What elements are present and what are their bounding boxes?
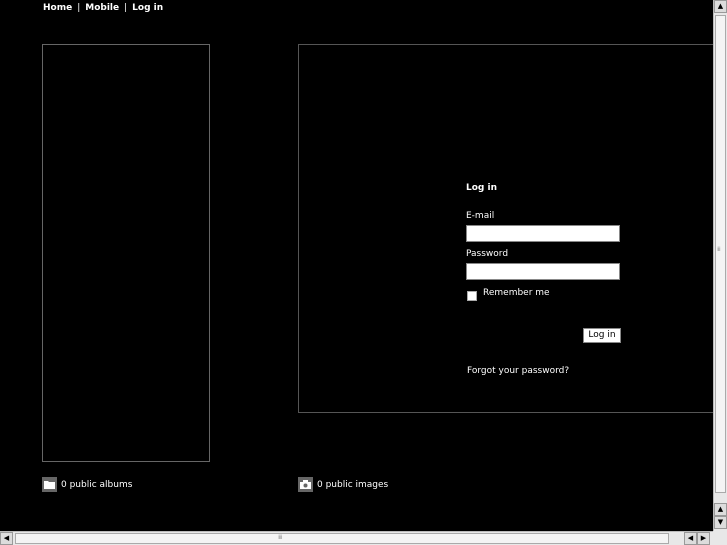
horizontal-scroll-thumb[interactable]: ⁞⁞⁞⁞ [15, 533, 669, 544]
email-label: E-mail [466, 211, 495, 221]
public-albums-count: 0 public albums [61, 479, 133, 490]
camera-icon [298, 477, 313, 492]
scrollbar-corner [713, 531, 727, 545]
vertical-scrollbar[interactable]: ▲ ⁞⁞⁞ ▲ ▼ [713, 0, 727, 531]
password-label: Password [466, 249, 509, 259]
top-nav: Home | Mobile | Log in [43, 3, 163, 13]
login-title: Log in [466, 183, 497, 193]
public-images-stat: 0 public images [298, 477, 388, 492]
grip-icon: ⁞⁞⁞ [717, 246, 721, 253]
horizontal-scrollbar[interactable]: ◀ ⁞⁞⁞⁞ ◀ ▶ [0, 531, 713, 545]
album-panel [42, 44, 210, 462]
scroll-left-arrow-icon[interactable]: ◀ [684, 532, 697, 545]
nav-mobile-link[interactable]: Mobile [85, 3, 119, 13]
remember-me-label: Remember me [483, 288, 550, 298]
scroll-up-arrow-icon[interactable]: ▲ [714, 503, 727, 516]
vertical-scroll-thumb[interactable]: ⁞⁞⁞ [715, 15, 726, 493]
scroll-right-arrow-icon[interactable]: ▶ [697, 532, 710, 545]
email-field[interactable] [466, 225, 620, 242]
nav-separator: | [124, 3, 128, 13]
password-field[interactable] [466, 263, 620, 280]
folder-icon [42, 477, 57, 492]
nav-login-link[interactable]: Log in [132, 3, 163, 13]
remember-me-checkbox[interactable] [467, 291, 477, 301]
login-button[interactable]: Log in [583, 328, 621, 343]
scroll-left-arrow-icon[interactable]: ◀ [0, 532, 13, 545]
forgot-password-link[interactable]: Forgot your password? [467, 366, 569, 376]
nav-home-link[interactable]: Home [43, 3, 72, 13]
grip-icon: ⁞⁞⁞⁞ [278, 534, 283, 541]
scroll-up-arrow-icon[interactable]: ▲ [714, 0, 727, 13]
nav-separator: | [77, 3, 81, 13]
scroll-down-arrow-icon[interactable]: ▼ [714, 516, 727, 529]
public-images-count: 0 public images [317, 479, 389, 490]
public-albums-stat: 0 public albums [42, 477, 132, 492]
